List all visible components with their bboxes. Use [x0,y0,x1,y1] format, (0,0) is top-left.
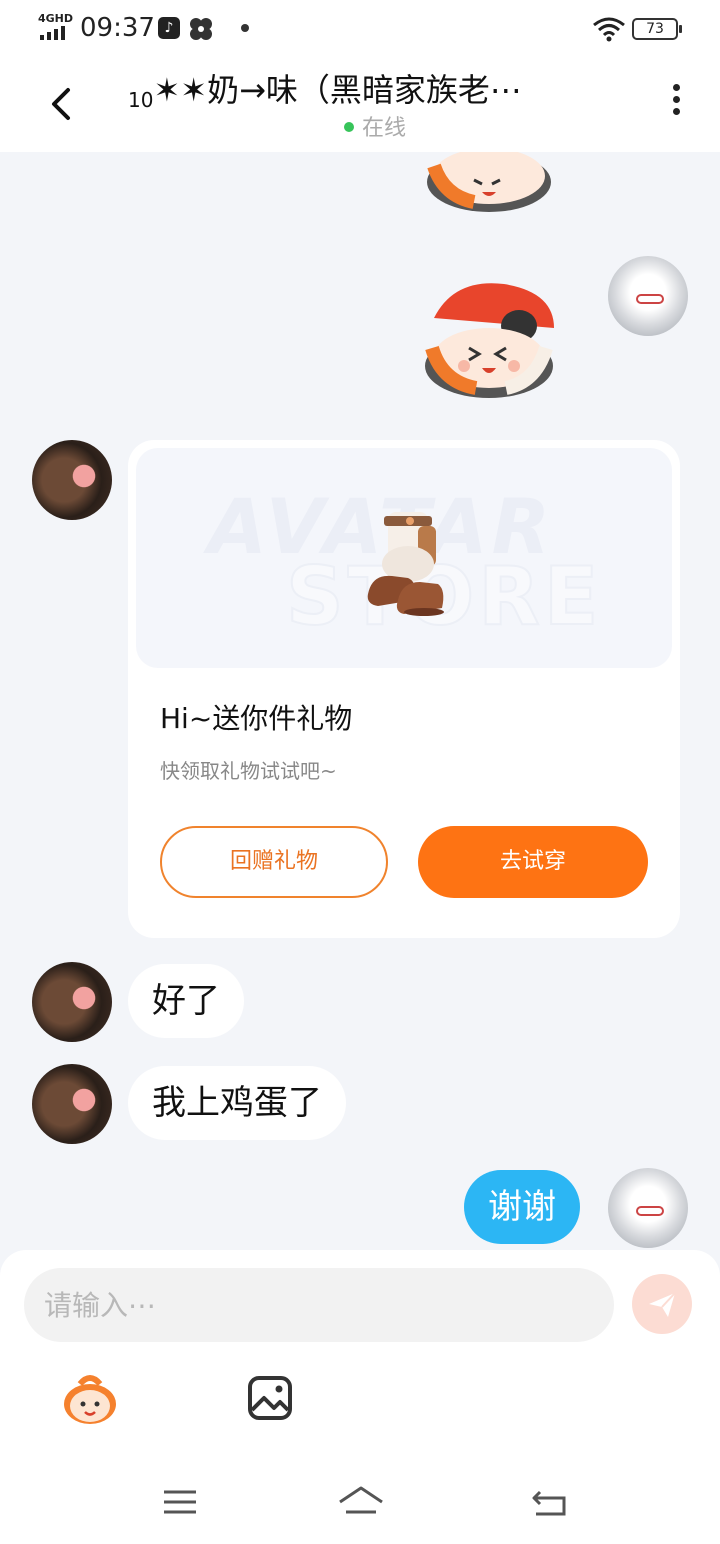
chat-title: 10✶✶奶→味（黑暗家族老⋯ [128,70,608,120]
network-type: 4GHD [38,12,74,25]
message-bubble[interactable]: 我上鸡蛋了 [128,1066,346,1140]
contact-avatar[interactable] [32,440,112,520]
online-dot [344,122,354,132]
gift-card: AVATAR STORE Hi~送你件礼物 快领取礼物试试吧~ 回赠礼物 去试穿 [128,440,680,938]
gift-subtitle: 快领取礼物试试吧~ [160,759,337,783]
send-button[interactable] [632,1274,692,1334]
sticker-image[interactable] [414,152,564,214]
status-bar: 4GHD 09:37 ♪ 73 [0,0,720,56]
online-status: 在线 [344,116,406,142]
home-icon[interactable] [336,1482,386,1522]
emoji-icon[interactable] [60,1370,120,1426]
signal-icon [40,26,65,40]
menu-icon[interactable] [160,1484,200,1520]
contact-avatar[interactable] [32,1064,112,1144]
gift-banner: AVATAR STORE [136,448,672,668]
self-avatar[interactable] [608,1168,688,1248]
gift-title: Hi~送你件礼物 [160,702,353,735]
message-bubble[interactable]: 好了 [128,964,244,1038]
back-icon[interactable] [528,1484,570,1520]
sticker-image[interactable] [414,278,564,398]
system-nav-bar [0,1464,720,1544]
battery-indicator: 73 [632,18,682,40]
wifi-icon [593,17,625,42]
notification-dot [241,24,249,32]
chat-header: 10✶✶奶→味（黑暗家族老⋯ 在线 [0,56,720,152]
boots-image [367,512,444,616]
composer-panel [0,1250,720,1464]
send-icon [649,1292,676,1317]
pinwheel-icon [190,18,212,40]
title-prefix: 10 [128,88,154,112]
more-vertical-icon[interactable] [664,84,688,124]
chevron-left-icon[interactable] [40,80,84,128]
title-text: ✶✶奶→味（黑暗家族老⋯ [153,71,522,109]
message-bubble[interactable]: 谢谢 [464,1170,580,1244]
clock: 09:37 [80,13,155,43]
contact-avatar[interactable] [32,962,112,1042]
online-label: 在线 [362,116,407,141]
image-icon[interactable] [246,1374,294,1422]
tiktok-icon: ♪ [158,17,180,39]
try-on-button[interactable]: 去试穿 [418,826,648,898]
return-gift-button[interactable]: 回赠礼物 [160,826,388,898]
self-avatar[interactable] [608,256,688,336]
message-input[interactable] [24,1268,614,1342]
